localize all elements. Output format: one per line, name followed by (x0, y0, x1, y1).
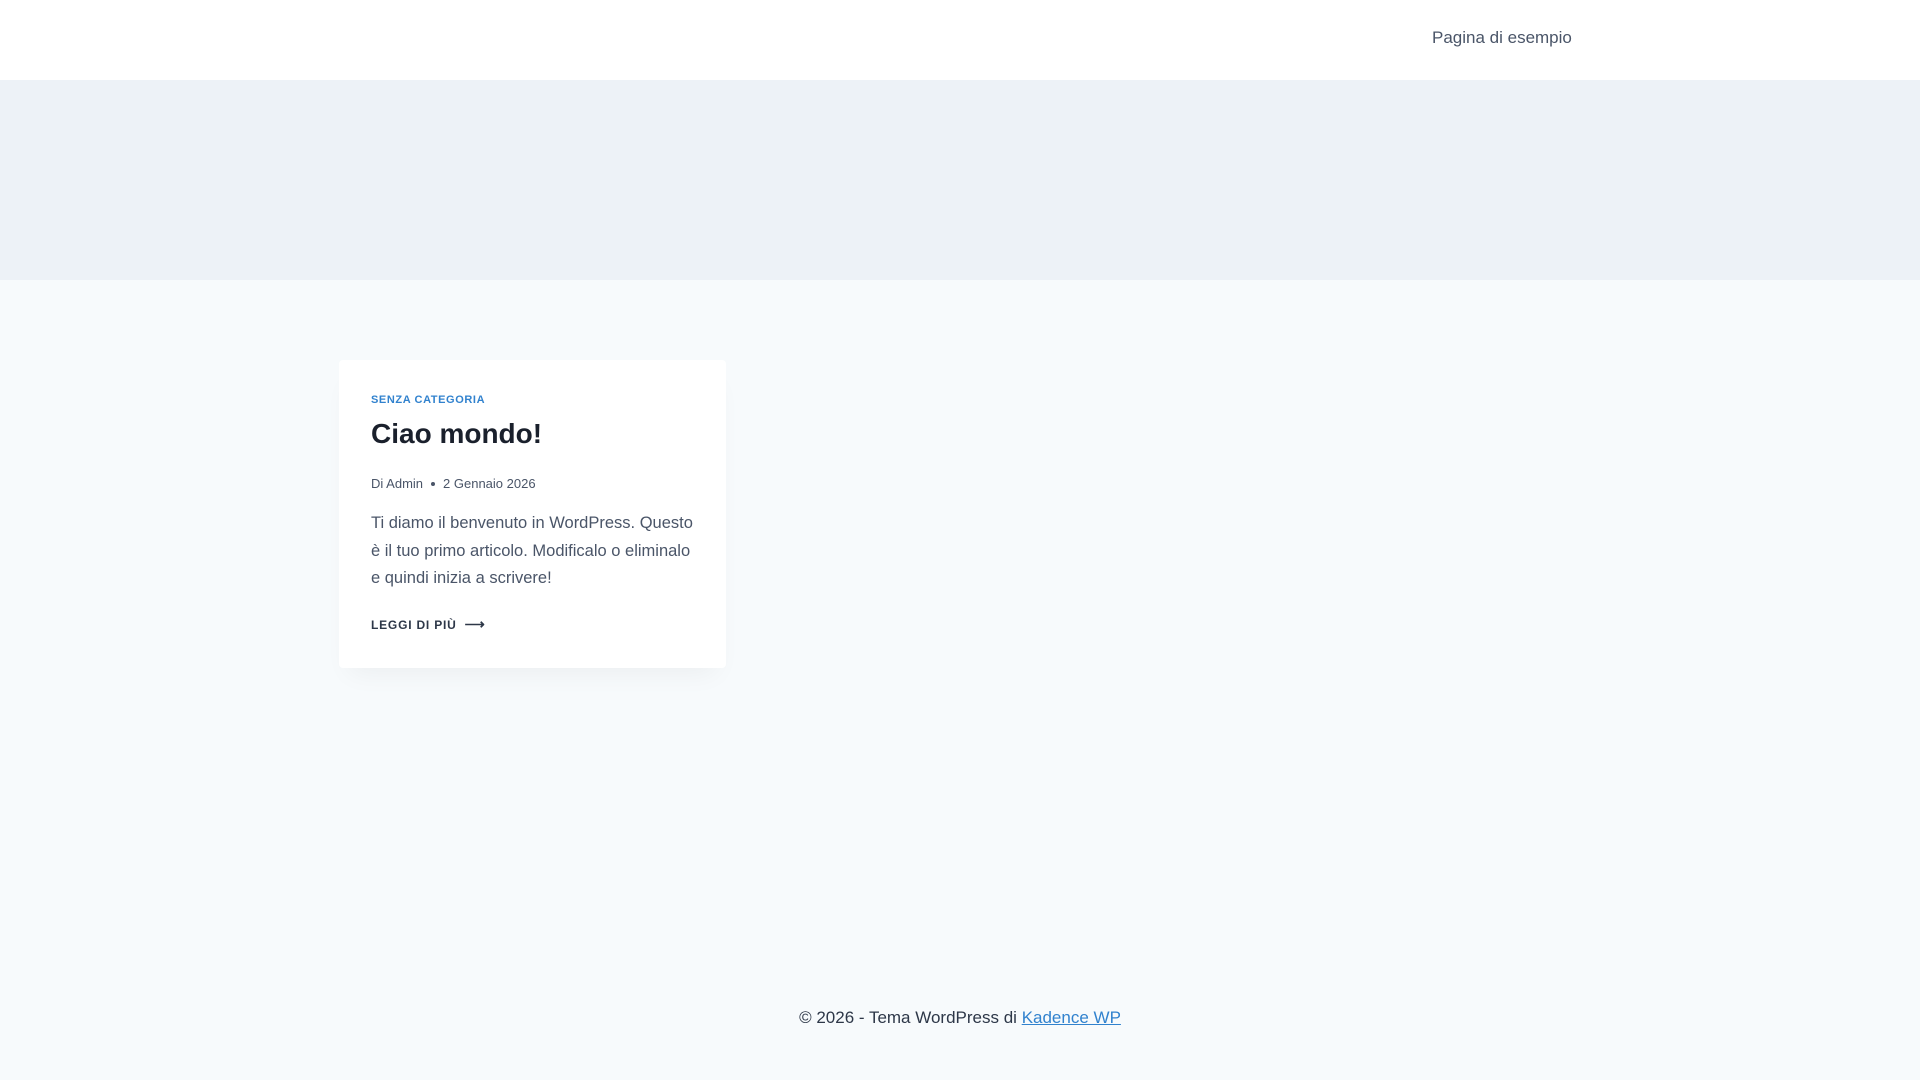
read-more-label: LEGGI DI PIÙ (371, 617, 457, 632)
site-footer: © 2026 - Tema WordPress di Kadence WP (0, 1008, 1920, 1028)
post-title[interactable]: Ciao mondo! (371, 418, 542, 450)
post-category-link[interactable]: SENZA CATEGORIA (371, 394, 485, 406)
nav-item-pagina-di-esempio[interactable]: Pagina di esempio (1432, 28, 1572, 48)
post-excerpt: Ti diamo il benvenuto in WordPress. Ques… (371, 514, 693, 587)
arrow-right-icon: ⟶ (464, 616, 486, 632)
footer-text: © 2026 - Tema WordPress di (799, 1008, 1022, 1027)
post-date[interactable]: 2 Gennaio 2026 (443, 476, 536, 491)
post-meta: Di Admin 2 Gennaio 2026 (371, 476, 536, 491)
hero-banner (0, 80, 1920, 280)
post-author[interactable]: Di Admin (371, 476, 423, 491)
post-card: SENZA CATEGORIA Ciao mondo! Di Admin 2 G… (339, 360, 726, 668)
site-header: Pagina di esempio (0, 0, 1920, 80)
footer-kadence-link[interactable]: Kadence WP (1022, 1008, 1121, 1027)
read-more-link[interactable]: LEGGI DI PIÙ ⟶ (371, 616, 485, 633)
separator-dot (431, 481, 436, 486)
